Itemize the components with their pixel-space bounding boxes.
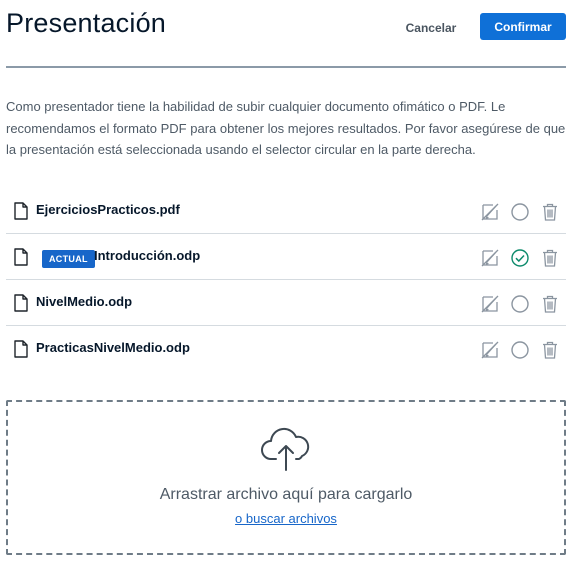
document-icon [14,202,28,220]
file-row: EjerciciosPracticos.pdf [6,188,566,234]
document-icon [14,248,28,266]
document-icon [14,340,28,358]
file-row: PracticasNivelMedio.odp [6,326,566,372]
file-row: NivelMedio.odp [6,280,566,326]
modal-header: Presentación Cancelar Confirmar [0,0,576,66]
trash-icon[interactable] [540,294,560,314]
document-icon [14,294,28,312]
trash-icon[interactable] [540,202,560,222]
confirm-button[interactable]: Confirmar [480,13,566,40]
trash-icon[interactable] [540,340,560,360]
check-circle-icon[interactable] [510,248,530,268]
file-name: EjerciciosPracticos.pdf [36,202,180,217]
edit-disabled-icon[interactable] [480,340,500,360]
radio-circle-icon[interactable] [510,340,530,360]
trash-icon[interactable] [540,248,560,268]
presentation-description: Como presentador tiene la habilidad de s… [6,99,566,157]
page-title: Presentación [6,8,166,38]
file-list: EjerciciosPracticos.pdf ACTUAL Introducc… [6,188,566,372]
file-name: Introducción.odp [94,248,201,263]
edit-disabled-icon[interactable] [480,248,500,268]
file-row: ACTUAL Introducción.odp [6,234,566,280]
current-badge: ACTUAL [42,250,95,268]
file-name: NivelMedio.odp [36,294,133,309]
edit-disabled-icon[interactable] [480,202,500,222]
file-name: PracticasNivelMedio.odp [36,340,190,355]
cloud-upload-icon [261,427,310,471]
browse-files-link[interactable]: o buscar archivos [235,511,337,526]
dropzone-text: Arrastrar archivo aquí para cargarlo [159,486,413,503]
edit-disabled-icon[interactable] [480,294,500,314]
radio-circle-icon[interactable] [510,202,530,222]
upload-dropzone[interactable]: Arrastrar archivo aquí para cargarlo o b… [6,400,566,555]
cancel-button[interactable]: Cancelar [398,14,464,42]
header-divider [6,66,566,68]
radio-circle-icon[interactable] [510,294,530,314]
